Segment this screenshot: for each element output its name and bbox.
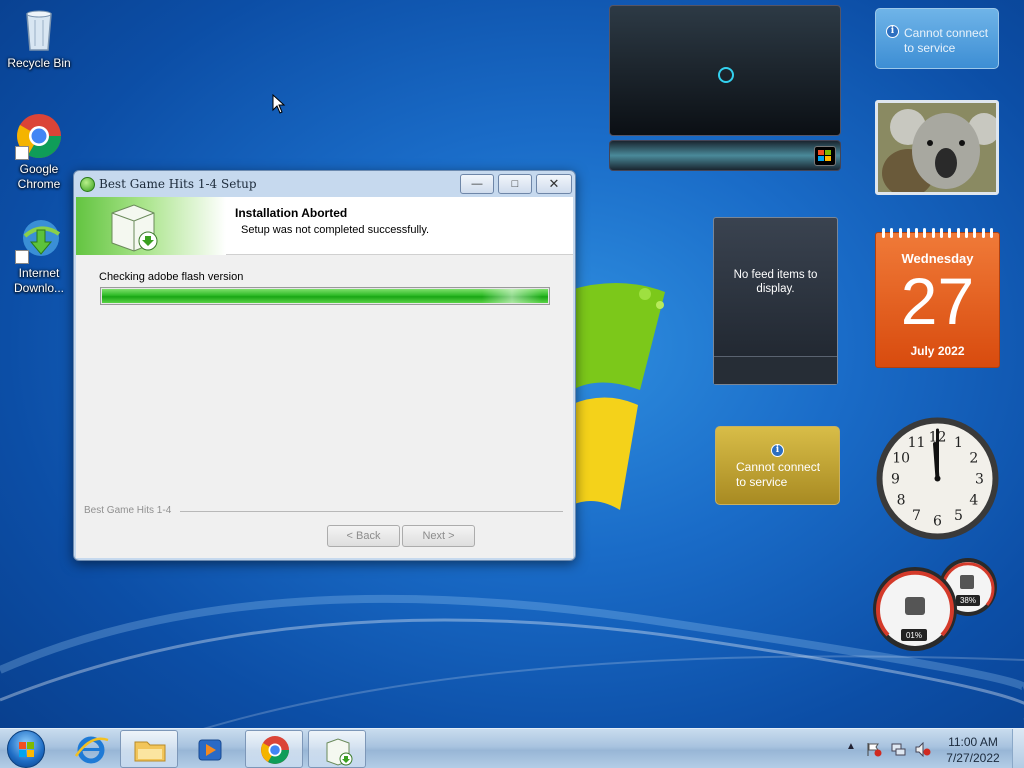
internet-download-manager-icon bbox=[15, 216, 63, 264]
cpu-percent: 01% bbox=[906, 631, 922, 640]
clock-numeral: 10 bbox=[892, 451, 910, 467]
wallpaper-windows-logo bbox=[570, 282, 665, 510]
shortcut-arrow-icon bbox=[15, 250, 29, 264]
clock-numeral: 1 bbox=[954, 435, 963, 451]
clock-numeral: 3 bbox=[975, 472, 984, 488]
weather-bottom-message: Cannot connect to service bbox=[736, 460, 821, 489]
taskbar-setup-installer[interactable] bbox=[308, 730, 366, 768]
calendar-rings bbox=[882, 228, 993, 238]
desktop-icon-google-chrome[interactable]: Google Chrome bbox=[1, 112, 77, 192]
tray-time[interactable]: 11:00 AM bbox=[938, 735, 1008, 749]
header-subtitle: Setup was not completed successfully. bbox=[241, 224, 430, 236]
cpu-meter-gadget[interactable]: 01% 38% bbox=[873, 557, 1001, 653]
chrome-icon bbox=[15, 112, 63, 160]
clock-numeral: 4 bbox=[969, 493, 978, 509]
calendar-month-year: July 2022 bbox=[910, 344, 965, 358]
calendar-gadget[interactable]: Wednesday 27 July 2022 bbox=[875, 228, 1000, 368]
google-chrome-label: Google Chrome bbox=[17, 162, 61, 191]
network-icon[interactable] bbox=[891, 742, 907, 757]
media-player-icon bbox=[198, 739, 222, 761]
taskbar-windows-explorer[interactable] bbox=[120, 730, 178, 768]
tray-date[interactable]: 7/27/2022 bbox=[938, 751, 1008, 765]
setup-dialog: Best Game Hits 1-4 Setup — □ ✕ Installat… bbox=[73, 170, 576, 561]
back-button[interactable]: < Back bbox=[327, 525, 400, 547]
status-text: Checking adobe flash version bbox=[99, 271, 244, 283]
recycle-bin-icon bbox=[15, 6, 63, 54]
show-desktop-button[interactable] bbox=[1012, 729, 1024, 768]
taskbar-internet-explorer[interactable] bbox=[62, 730, 120, 768]
taskbar-media-player[interactable] bbox=[181, 730, 239, 768]
weather-gadget-top[interactable]: i Cannot connect to service bbox=[875, 8, 999, 69]
mouse-cursor-icon bbox=[272, 94, 286, 114]
clock-numeral: 11 bbox=[908, 435, 926, 451]
media-control-bar bbox=[609, 140, 841, 171]
installer-box-icon bbox=[76, 197, 226, 255]
maximize-button[interactable]: □ bbox=[498, 174, 532, 194]
internet-explorer-icon bbox=[74, 736, 109, 764]
calendar-date: 27 bbox=[900, 264, 975, 338]
loading-spinner-icon bbox=[718, 67, 734, 83]
weather-gadget-bottom[interactable]: i Cannot connect to service bbox=[715, 426, 840, 505]
header-title: Installation Aborted bbox=[235, 206, 348, 220]
dialog-titlebar[interactable]: Best Game Hits 1-4 Setup — □ ✕ bbox=[74, 171, 575, 197]
action-center-flag-icon[interactable] bbox=[866, 742, 882, 757]
clock-numeral: 7 bbox=[912, 508, 921, 524]
slideshow-gadget[interactable] bbox=[875, 100, 999, 195]
show-hidden-icons-button[interactable]: ▲ bbox=[846, 741, 856, 752]
recycle-bin-label: Recycle Bin bbox=[7, 56, 71, 70]
feed-headlines-gadget[interactable]: No feed items to display. bbox=[713, 217, 838, 385]
dialog-client-area: Installation Aborted Setup was not compl… bbox=[76, 197, 573, 558]
windows-start-icon bbox=[19, 742, 34, 757]
shortcut-arrow-icon bbox=[15, 146, 29, 160]
media-gadget[interactable] bbox=[609, 5, 841, 171]
start-button[interactable] bbox=[7, 730, 45, 768]
brand-divider bbox=[180, 511, 563, 512]
desktop-icon-internet-download[interactable]: Internet Downlo... bbox=[1, 216, 77, 296]
koala-photo bbox=[878, 103, 996, 192]
media-screen bbox=[609, 5, 841, 136]
dialog-title: Best Game Hits 1-4 Setup bbox=[99, 177, 257, 191]
minimize-button[interactable]: — bbox=[460, 174, 494, 194]
dialog-header: Installation Aborted Setup was not compl… bbox=[76, 197, 573, 255]
close-button[interactable]: ✕ bbox=[536, 174, 572, 194]
feed-message: No feed items to display. bbox=[733, 269, 818, 295]
taskbar: ▲ 11:00 AM 7/27/2022 bbox=[0, 728, 1024, 768]
next-button[interactable]: Next > bbox=[402, 525, 475, 547]
clock-numeral: 6 bbox=[933, 514, 942, 530]
clock-numeral: 2 bbox=[969, 451, 978, 467]
info-icon: i bbox=[886, 25, 899, 38]
windows-logo-icon[interactable] bbox=[814, 146, 836, 166]
installer-box-icon bbox=[326, 738, 353, 766]
chrome-icon bbox=[261, 736, 289, 764]
progress-bar bbox=[100, 287, 550, 305]
internet-download-label: Internet Downlo... bbox=[13, 266, 65, 295]
folder-icon bbox=[134, 741, 166, 762]
clock-numeral: 5 bbox=[954, 508, 963, 524]
memory-percent: 38% bbox=[960, 596, 976, 605]
clock-numeral: 9 bbox=[891, 472, 900, 488]
brand-label: Best Game Hits 1-4 bbox=[84, 505, 172, 516]
setup-app-icon bbox=[80, 177, 95, 192]
weather-top-message: Cannot connect to service bbox=[904, 26, 989, 55]
volume-muted-icon[interactable] bbox=[915, 741, 931, 758]
progress-fill bbox=[102, 289, 548, 303]
taskbar-google-chrome[interactable] bbox=[245, 730, 303, 768]
feed-footer bbox=[714, 356, 837, 384]
clock-gadget[interactable]: 121234567891011 bbox=[875, 416, 1000, 541]
info-icon: i bbox=[771, 444, 784, 457]
clock-numeral: 8 bbox=[897, 493, 906, 509]
desktop-icon-recycle-bin[interactable]: Recycle Bin bbox=[1, 6, 77, 71]
